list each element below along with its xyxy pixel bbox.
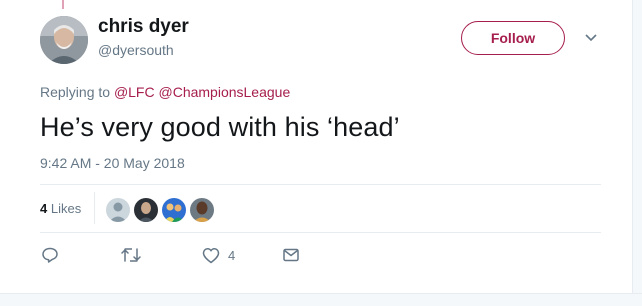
retweet-icon xyxy=(120,246,142,264)
direct-message-button[interactable] xyxy=(282,245,300,265)
liker-avatar-2[interactable] xyxy=(133,197,159,223)
liker-avatar-4[interactable] xyxy=(189,197,215,223)
tweet-text: He’s very good with his ‘head’ xyxy=(40,112,400,142)
tweet: chris dyer @dyersouth Follow Replying to… xyxy=(0,0,632,305)
footer-bar xyxy=(0,293,642,306)
liker-avatar-3[interactable] xyxy=(161,197,187,223)
likes-separator xyxy=(94,192,95,224)
likes-summary[interactable]: 4 Likes xyxy=(40,201,81,216)
chevron-down-icon[interactable] xyxy=(583,30,599,46)
heart-icon xyxy=(202,247,220,264)
likes-label: Likes xyxy=(50,201,82,216)
envelope-icon xyxy=(282,247,300,263)
mention-lfc[interactable]: @LFC xyxy=(114,84,155,100)
liker-avatar-1[interactable] xyxy=(105,197,131,223)
author-handle[interactable]: @dyersouth xyxy=(98,42,174,58)
author-name[interactable]: chris dyer xyxy=(98,16,189,38)
divider-top xyxy=(40,184,601,185)
avatar[interactable] xyxy=(40,16,88,64)
like-count: 4 xyxy=(228,247,236,263)
divider-bottom xyxy=(40,232,601,233)
like-button[interactable]: 4 xyxy=(202,245,235,265)
reply-icon xyxy=(41,246,59,264)
page-edge xyxy=(632,0,642,293)
likes-count: 4 xyxy=(40,201,48,216)
tweet-timestamp[interactable]: 9:42 AM - 20 May 2018 xyxy=(40,155,185,171)
retweet-button[interactable] xyxy=(120,245,142,265)
reply-button[interactable] xyxy=(41,245,59,265)
replying-prefix: Replying to xyxy=(40,84,111,100)
replying-to: Replying to @LFC @ChampionsLeague xyxy=(40,84,290,100)
mention-championsleague[interactable]: @ChampionsLeague xyxy=(159,84,291,100)
follow-button[interactable]: Follow xyxy=(461,21,565,55)
